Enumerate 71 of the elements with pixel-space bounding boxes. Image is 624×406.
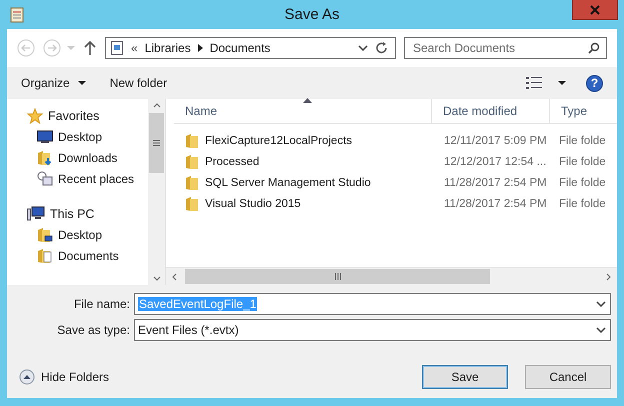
date-cell-text: 11/28/2017 2:54 PM	[443, 176, 548, 188]
file-name[interactable]: Processed	[205, 156, 260, 168]
organize-button[interactable]: Organize	[15, 73, 92, 93]
view-list-icon[interactable]	[526, 77, 542, 89]
folder-icon	[185, 196, 199, 212]
file-name[interactable]: FlexiCapture12LocalProjects	[205, 134, 352, 146]
hide-folders-button[interactable]: Hide Folders	[19, 369, 110, 385]
field-label: File name:	[72, 297, 130, 311]
breadcrumb-overflow[interactable]: «	[131, 41, 138, 55]
scroll-left-icon[interactable]	[172, 272, 177, 280]
type-cell-text: File folde	[558, 198, 607, 210]
star-icon	[27, 108, 43, 124]
caret-icon	[78, 80, 86, 86]
type-cell-text: File folde	[558, 156, 607, 168]
folder-document-icon	[37, 248, 53, 264]
dialog-button[interactable]: Save	[422, 365, 508, 389]
nav-item[interactable]: This PC	[7, 203, 148, 224]
dropdown-icon[interactable]	[358, 45, 368, 51]
monitor-icon	[37, 130, 53, 144]
nav-item[interactable]: Desktop	[7, 126, 148, 147]
window-title: Save As	[283, 6, 341, 23]
nav-item[interactable]: Recent places	[7, 168, 148, 189]
file-type-dropdown[interactable]: Event Files (*.evtx)	[134, 319, 611, 341]
date-cell-text: 11/28/2017 2:54 PM	[443, 198, 548, 210]
folder-icon	[185, 132, 199, 148]
horizontal-scrollbar[interactable]	[166, 267, 617, 285]
file-name[interactable]: Visual Studio 2015	[205, 198, 301, 210]
nav-item[interactable]: Downloads	[7, 147, 148, 168]
caret-icon[interactable]	[558, 80, 566, 86]
folder-download-icon	[37, 150, 53, 166]
date-cell-text: 12/12/2017 12:54 ...	[443, 156, 548, 168]
folder-icon	[185, 154, 199, 170]
folder-icon	[185, 174, 199, 190]
scroll-up-icon[interactable]	[152, 103, 160, 108]
document-icon	[110, 40, 124, 56]
column-header[interactable]: Type	[550, 99, 617, 123]
breadcrumb[interactable]: Documents	[210, 41, 270, 55]
notepad-icon	[10, 6, 24, 22]
search-field[interactable]: Search Documents	[404, 37, 607, 59]
scroll-right-icon[interactable]	[606, 272, 611, 280]
close-button[interactable]	[572, 0, 618, 20]
dropdown-icon[interactable]	[596, 327, 606, 333]
folder-monitor-icon	[37, 226, 53, 242]
nav-item[interactable]: Documents	[7, 245, 148, 266]
scrollbar-thumb[interactable]	[149, 113, 164, 173]
date-cell-text: 12/11/2017 5:09 PM	[443, 134, 548, 146]
collapse-icon	[19, 369, 35, 385]
nav-item[interactable]: Desktop	[7, 224, 148, 245]
scroll-down-icon[interactable]	[152, 276, 160, 281]
scrollbar-thumb[interactable]	[185, 269, 490, 284]
up-arrow-icon[interactable]	[83, 40, 97, 56]
dropdown-icon[interactable]	[596, 301, 606, 307]
column-header[interactable]: Name	[174, 99, 432, 123]
search-icon	[588, 42, 600, 54]
help-button[interactable]: ?	[586, 74, 603, 92]
sort-arrow-icon	[302, 98, 312, 103]
type-cell-text: File folde	[558, 176, 607, 188]
type-cell-text: File folde	[558, 134, 607, 146]
computer-icon	[27, 206, 45, 222]
refresh-icon[interactable]	[375, 41, 389, 55]
recent-places-icon	[37, 170, 53, 186]
field-label: Save as type:	[56, 323, 130, 337]
nav-item[interactable]: Favorites	[7, 105, 148, 126]
address-bar[interactable]: « Libraries Documents	[105, 37, 396, 59]
close-icon	[590, 4, 600, 14]
new-folder-button[interactable]: New folder	[104, 73, 174, 93]
file-name[interactable]: SQL Server Management Studio	[205, 176, 371, 188]
chevron-icon[interactable]	[198, 44, 203, 52]
dialog-button[interactable]: Cancel	[525, 365, 611, 389]
breadcrumb[interactable]: Libraries	[144, 41, 191, 55]
column-header[interactable]: Date modified	[432, 99, 550, 123]
